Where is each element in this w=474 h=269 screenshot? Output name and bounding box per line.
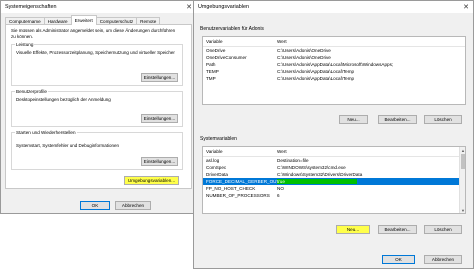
variable-name: DriverData (206, 172, 228, 177)
system-variables-label: Systemvariablen (200, 136, 237, 142)
variable-value: C:\Users\Adonis\OneDrive (277, 55, 331, 60)
column-header-value[interactable]: Wert (277, 39, 465, 44)
environment-variables-ok-button[interactable]: OK (382, 255, 415, 264)
user-delete-button[interactable]: Löschen (424, 115, 462, 124)
user-new-button[interactable]: Neu... (339, 115, 368, 124)
variable-name: asl.log (206, 158, 220, 163)
startup-recovery-group-title: Starten und Wiederherstellen (15, 130, 77, 135)
column-header-value[interactable]: Wert (277, 149, 465, 154)
list-item[interactable]: Path C:\Users\Adonis\AppData\Local\Micro… (203, 61, 465, 68)
system-new-button[interactable]: Neu... (336, 225, 370, 234)
startup-recovery-description: Systemstart, Systemfehler und Debuginfor… (16, 143, 120, 148)
startup-recovery-settings-button[interactable]: Einstellungen... (141, 157, 178, 166)
user-variables-list[interactable]: Variable Wert OneDrive C:\Users\Adonis\O… (202, 36, 466, 105)
list-item[interactable]: OneDriveConsumer C:\Users\Adonis\OneDriv… (203, 54, 465, 61)
startup-recovery-group: Starten und Wiederherstellen Systemstart… (11, 130, 183, 170)
variable-name: ComSpec (206, 165, 227, 170)
system-delete-button[interactable]: Löschen (424, 225, 462, 234)
environment-variables-button[interactable]: Umgebungsvariablen... (124, 176, 179, 185)
list-item[interactable]: DriverData C:\Windows\System32\Drivers\D… (203, 171, 465, 178)
system-properties-cancel-button[interactable]: Abbrechen (115, 201, 151, 210)
variable-name: OneDriveConsumer (206, 55, 247, 60)
list-item[interactable]: OneDrive C:\Users\Adonis\OneDrive (203, 47, 465, 54)
user-variables-header: Variable Wert (203, 37, 465, 47)
list-item[interactable]: NUMBER_OF_PROCESSORS 6 (203, 192, 465, 199)
environment-variables-titlebar: Umgebungsvariablen ✕ (194, 1, 473, 13)
column-header-variable[interactable]: Variable (203, 39, 277, 44)
system-properties-dialog: Systemeigenschaften ✕ Computername Hardw… (0, 0, 197, 214)
user-profiles-description: Desktopeinstellungen bezüglich der Anmel… (16, 97, 111, 102)
variable-value: 6 (277, 193, 280, 198)
performance-group-title: Leistung (15, 42, 35, 47)
admin-notice: Sie müssen als Administrator angemeldet … (11, 28, 176, 39)
variable-name: Path (206, 62, 216, 67)
user-variables-label: Benutzervariablen für Adonis (200, 26, 264, 32)
scrollbar-thumb[interactable] (461, 154, 465, 169)
user-profiles-group: Benutzerprofile Desktopeinstellungen bez… (11, 89, 183, 127)
user-profiles-settings-button[interactable]: Einstellungen... (141, 114, 178, 123)
variable-value: NO (277, 186, 284, 191)
list-item-selected[interactable]: FORCE_DECIMAL_GERBER_OUTPUT true (203, 178, 465, 185)
list-item[interactable]: ComSpec C:\WINDOWS\system32\cmd.exe (203, 164, 465, 171)
variable-name: TMP (206, 76, 216, 81)
variable-value: C:\Users\Adonis\AppData\Local\Temp (277, 76, 355, 81)
variable-name: TEMP (206, 69, 219, 74)
variable-name: FP_NO_HOST_CHECK (206, 186, 256, 191)
variable-value: C:\WINDOWS\system32\cmd.exe (277, 165, 346, 170)
variable-value: C:\Users\Adonis\OneDrive (277, 48, 331, 53)
system-properties-titlebar: Systemeigenschaften ✕ (1, 1, 196, 13)
tab-erweitert[interactable]: Erweitert (70, 15, 97, 25)
list-item[interactable]: TMP C:\Users\Adonis\AppData\Local\Temp (203, 75, 465, 82)
environment-variables-title: Umgebungsvariablen (198, 4, 249, 10)
column-header-variable[interactable]: Variable (203, 149, 277, 154)
scroll-down-icon[interactable]: ▼ (460, 207, 465, 213)
system-properties-title: Systemeigenschaften (5, 4, 57, 10)
list-item[interactable]: FP_NO_HOST_CHECK NO (203, 185, 465, 192)
variable-value: true (277, 179, 357, 184)
performance-description: Visuelle Effekte, Prozessorzeitplanung, … (16, 50, 175, 55)
close-icon[interactable]: ✕ (459, 1, 473, 13)
system-variables-list[interactable]: Variable Wert asl.log Destination=file C… (202, 146, 466, 214)
system-variables-header: Variable Wert (203, 147, 465, 157)
advanced-tab-panel: Sie müssen als Administrator angemeldet … (5, 24, 192, 189)
list-item[interactable]: asl.log Destination=file (203, 157, 465, 164)
variable-value: C:\Windows\System32\Drivers\DriverData (277, 172, 363, 177)
variable-name: FORCE_DECIMAL_GERBER_OUTPUT (206, 179, 277, 184)
environment-variables-cancel-button[interactable]: Abbrechen (424, 255, 462, 264)
list-item[interactable]: TEMP C:\Users\Adonis\AppData\Local\Temp (203, 68, 465, 75)
user-profiles-group-title: Benutzerprofile (15, 89, 48, 94)
variable-value: C:\Users\Adonis\AppData\Local\Temp (277, 69, 355, 74)
performance-group: Leistung Visuelle Effekte, Prozessorzeit… (11, 42, 183, 86)
scroll-up-icon[interactable]: ▲ (460, 147, 465, 153)
variable-value: Destination=file (277, 158, 309, 163)
system-variables-scrollbar[interactable]: ▲ ▼ (459, 147, 465, 213)
variable-value: C:\Users\Adonis\AppData\Local\Microsoft\… (277, 62, 394, 67)
variable-name: OneDrive (206, 48, 226, 53)
user-edit-button[interactable]: Bearbeiten... (378, 115, 417, 124)
variable-name: NUMBER_OF_PROCESSORS (206, 193, 270, 198)
system-edit-button[interactable]: Bearbeiten... (378, 225, 417, 234)
system-properties-ok-button[interactable]: OK (80, 201, 110, 210)
performance-settings-button[interactable]: Einstellungen... (141, 73, 178, 82)
environment-variables-dialog: Umgebungsvariablen ✕ Benutzervariablen f… (193, 0, 474, 269)
